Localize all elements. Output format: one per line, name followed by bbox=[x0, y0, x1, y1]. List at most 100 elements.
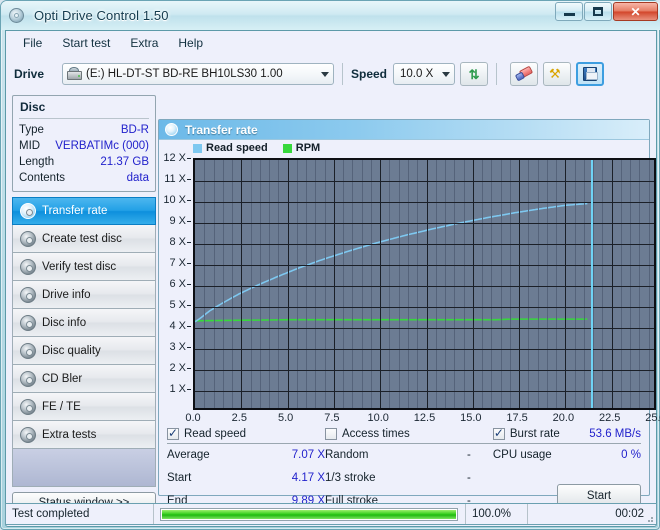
sidebar-item-label: Transfer rate bbox=[42, 205, 108, 217]
chart-legend: Read speed RPM bbox=[193, 142, 320, 154]
left-column: Disc Type BD-R MID VERBATIMc (000) Lengt… bbox=[12, 95, 156, 514]
menu-item-start-test[interactable]: Start test bbox=[53, 33, 119, 53]
y-axis-tick-label: 8 X bbox=[169, 236, 191, 248]
x-axis-tick-label: 22.5 bbox=[598, 412, 621, 424]
read-speed-checkbox[interactable] bbox=[167, 426, 179, 440]
burst-rate-header: Burst rate 53.6 MB/s bbox=[492, 426, 641, 444]
disc-icon bbox=[20, 426, 36, 443]
minimize-button[interactable] bbox=[555, 2, 583, 21]
speed-select-value: 10.0 X bbox=[400, 68, 434, 80]
y-axis-tick-label: 12 X bbox=[163, 152, 191, 164]
window-controls: ✕ bbox=[554, 2, 658, 21]
refresh-arrows-icon: ⇅ bbox=[468, 66, 480, 82]
panel-title: Transfer rate bbox=[185, 122, 258, 137]
disc-icon bbox=[20, 203, 36, 219]
chart-plot-area[interactable] bbox=[193, 158, 656, 410]
grid-line bbox=[195, 349, 654, 350]
sidebar-item-label: Disc info bbox=[42, 316, 87, 329]
cpu-usage-value: 0 % bbox=[621, 449, 641, 461]
disc-panel-title: Disc bbox=[20, 100, 46, 114]
disc-icon bbox=[20, 314, 36, 331]
progress-bar bbox=[154, 504, 466, 524]
divider bbox=[19, 118, 149, 119]
title-bar: Opti Drive Control 1.50 ✕ bbox=[1, 1, 660, 30]
grid-line bbox=[195, 223, 654, 224]
y-axis-tick-label: 6 X bbox=[169, 278, 191, 290]
burst-rate-checkbox[interactable] bbox=[492, 426, 505, 440]
tools-button[interactable]: ⚒ bbox=[543, 62, 572, 86]
disc-mid-value: VERBATIMc (000) bbox=[55, 140, 149, 152]
disc-mid-label: MID bbox=[19, 140, 41, 152]
window-title: Opti Drive Control 1.50 bbox=[34, 8, 169, 23]
y-axis-tick-label: 11 X bbox=[164, 173, 191, 185]
grid-line bbox=[195, 265, 654, 266]
sidebar-item-create-test-disc[interactable]: Create test disc bbox=[12, 225, 156, 253]
access-times-label: Access times bbox=[342, 428, 410, 440]
menu-item-extra[interactable]: Extra bbox=[121, 33, 167, 53]
floppy-save-icon bbox=[583, 67, 599, 81]
x-axis-tick-label: 12.5 bbox=[413, 412, 436, 424]
sidebar-item-disc-info[interactable]: Disc info bbox=[12, 309, 156, 337]
sidebar-item-label: Verify test disc bbox=[42, 260, 117, 273]
x-axis-tick-label: 20.0 bbox=[552, 412, 575, 424]
speed-select[interactable]: 10.0 X bbox=[393, 63, 456, 85]
x-axis-tick-label: 15.0 bbox=[460, 412, 482, 424]
maximize-button[interactable] bbox=[584, 2, 612, 21]
sidebar-item-label: Extra tests bbox=[42, 428, 97, 441]
y-axis-tick-label: 7 X bbox=[169, 257, 191, 269]
third-stroke-label: 1/3 stroke bbox=[325, 472, 376, 484]
sidebar-item-label: Create test disc bbox=[42, 232, 122, 245]
cpu-usage-label: CPU usage bbox=[492, 449, 552, 461]
menu-item-file[interactable]: File bbox=[14, 33, 51, 53]
save-button[interactable] bbox=[576, 62, 605, 86]
disc-length-label: Length bbox=[19, 156, 55, 168]
resize-grip-icon[interactable] bbox=[644, 513, 654, 523]
y-axis-tick-label: 3 X bbox=[169, 341, 191, 353]
x-axis-tick-label: 5.0 bbox=[277, 412, 294, 424]
disc-icon bbox=[165, 123, 178, 136]
burst-rate-label: Burst rate bbox=[509, 428, 560, 440]
sidebar-nav: Transfer rate Create test disc Verify te… bbox=[12, 197, 156, 487]
erase-button[interactable] bbox=[510, 62, 539, 86]
sidebar-item-drive-info[interactable]: Drive info bbox=[12, 281, 156, 309]
average-label: Average bbox=[167, 449, 210, 461]
drive-select-value: (E:) HL-DT-ST BD-RE BH10LS30 1.00 bbox=[86, 68, 283, 80]
close-button[interactable]: ✕ bbox=[613, 2, 658, 21]
disc-row-mid: MID VERBATIMc (000) bbox=[19, 138, 149, 154]
disc-icon bbox=[20, 258, 36, 275]
sidebar-item-fe-te[interactable]: FE / TE bbox=[12, 393, 156, 421]
sidebar-item-label: Drive info bbox=[42, 288, 91, 301]
access-times-checkbox[interactable] bbox=[325, 428, 337, 440]
sidebar-item-cd-bler[interactable]: CD Bler bbox=[12, 365, 156, 393]
grid-line bbox=[195, 181, 654, 182]
grid-line bbox=[195, 307, 654, 308]
drive-toolbar: Drive (E:) HL-DT-ST BD-RE BH10LS30 1.00 … bbox=[6, 55, 656, 93]
legend-label-read-speed: Read speed bbox=[206, 142, 268, 154]
status-message: Test completed bbox=[6, 504, 154, 524]
sidebar-item-disc-quality[interactable]: Disc quality bbox=[12, 337, 156, 365]
chevron-down-icon bbox=[321, 72, 329, 77]
client-area: File Start test Extra Help Drive (E:) HL… bbox=[5, 30, 660, 527]
disc-info-panel: Disc Type BD-R MID VERBATIMc (000) Lengt… bbox=[12, 95, 156, 192]
third-stroke-value: - bbox=[467, 472, 471, 484]
app-window: Opti Drive Control 1.50 ✕ File Start tes… bbox=[0, 0, 660, 530]
chevron-down-icon bbox=[442, 72, 451, 77]
sidebar-item-transfer-rate[interactable]: Transfer rate bbox=[12, 197, 156, 225]
grid-line bbox=[195, 328, 654, 329]
speed-label: Speed bbox=[351, 67, 388, 81]
disc-type-label: Type bbox=[19, 124, 44, 136]
grid-line bbox=[195, 391, 654, 392]
result-row-random: Random - bbox=[325, 444, 493, 467]
y-axis-tick-label: 2 X bbox=[169, 362, 191, 374]
start-label: Start bbox=[167, 472, 192, 484]
sidebar-item-extra-tests[interactable]: Extra tests bbox=[12, 421, 156, 449]
menu-item-help[interactable]: Help bbox=[169, 33, 212, 53]
drive-select[interactable]: (E:) HL-DT-ST BD-RE BH10LS30 1.00 bbox=[62, 63, 334, 85]
x-axis: 0.0 2.5 5.0 7.5 10.0 12.5 15.0 17.5 20.0 22.5 25.0 bbox=[159, 412, 660, 428]
sidebar-item-verify-test-disc[interactable]: Verify test disc bbox=[12, 253, 156, 281]
sidebar-item-label: Disc quality bbox=[42, 344, 101, 357]
y-axis-tick-label: 10 X bbox=[163, 194, 191, 206]
chart-cursor-line[interactable] bbox=[590, 160, 593, 408]
result-row-average: Average 7.07 X bbox=[167, 444, 325, 467]
refresh-button[interactable]: ⇅ bbox=[460, 62, 489, 86]
